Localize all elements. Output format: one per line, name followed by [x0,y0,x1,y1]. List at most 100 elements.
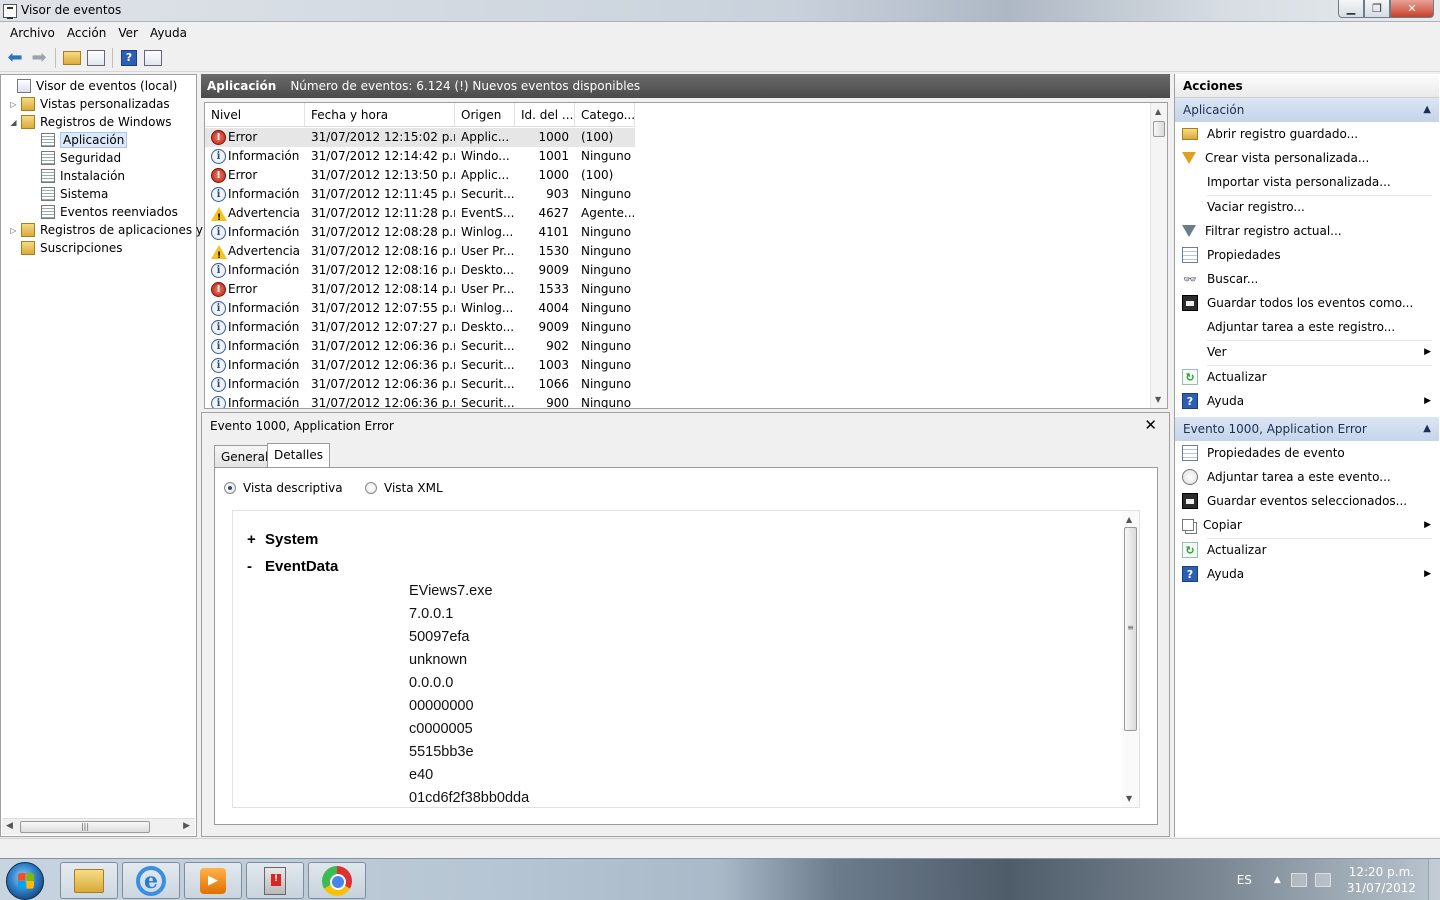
table-row[interactable]: i Información 31/07/2012 12:14:42 p.m. Wind… [205,147,635,166]
expander-icon[interactable]: ▷ [9,100,18,109]
action-center-icon[interactable] [1290,873,1307,887]
show-hide-tree-button[interactable] [85,47,107,69]
actions-section-header[interactable]: Evento 1000, Application Error ▲ [1175,417,1439,441]
help-button[interactable]: ? [118,47,140,69]
tree-node[interactable]: ◢ Registros de Windows [9,113,172,131]
up-folder-button[interactable] [61,47,83,69]
tree-node[interactable]: ▷ Vistas personalizadas [9,95,170,113]
collapse-caret-icon[interactable]: ▲ [1423,417,1431,441]
taskbar-event-viewer[interactable] [246,862,304,899]
menu-accion[interactable]: Acción [61,23,112,43]
expand-toggle[interactable]: + [247,531,265,548]
table-row[interactable]: ! Error 31/07/2012 12:15:02 p.m. Applic... 1… [205,128,635,147]
collapse-caret-icon[interactable]: ▲ [1423,98,1431,122]
tab-detalles[interactable]: Detalles [267,443,330,467]
scroll-down-arrow-icon[interactable]: ▼ [1155,395,1161,404]
language-indicator[interactable]: ES [1237,873,1252,887]
column-header[interactable]: Origen [455,103,515,127]
radio-vista-descriptiva[interactable]: Vista descriptiva [224,481,343,495]
table-row[interactable]: ! Error 31/07/2012 12:13:50 p.m. Applic... 1… [205,166,635,185]
forward-arrow-icon[interactable]: ➡ [28,47,50,69]
table-row[interactable]: i Información 31/07/2012 12:06:36 p.m. Secu… [205,375,635,394]
action-item[interactable]: ? Ayuda ▶ [1175,389,1439,413]
column-header[interactable]: Id. del ... [515,103,575,127]
minimize-button[interactable]: ▁ [1338,0,1364,18]
tree-node[interactable]: Seguridad [41,149,121,167]
column-header[interactable]: Fecha y hora [305,103,455,127]
action-item[interactable]: Propiedades [1175,243,1439,267]
menu-ver[interactable]: Ver [112,23,144,43]
details-vertical-scrollbar[interactable]: ▲ ≡ ▼ [1122,511,1139,807]
table-row[interactable]: i Información 31/07/2012 12:06:36 p.m. Secu… [205,356,635,375]
tree-node[interactable]: ▷ Registros de aplicaciones y s [9,221,213,239]
scroll-thumb[interactable]: ||| [20,821,150,833]
scroll-left-arrow-icon[interactable]: ◀ [6,821,13,831]
close-detail-icon[interactable]: ✕ [1144,416,1157,434]
restore-button[interactable]: ❐ [1364,0,1390,18]
action-item[interactable]: Vaciar registro... [1175,195,1439,219]
action-item[interactable]: Filtrar registro actual... [1175,219,1439,243]
table-row[interactable]: ! Advertencia 31/07/2012 12:08:16 p.m. User… [205,242,635,261]
tree-node[interactable]: Instalación [41,167,125,185]
action-item[interactable]: Guardar eventos seleccionados... [1175,489,1439,513]
tree-node[interactable]: Sistema [41,185,108,203]
table-row[interactable]: i Información 31/07/2012 12:06:36 p.m. Secu… [205,394,635,408]
section-system[interactable]: + System [247,531,318,548]
show-hide-actions-button[interactable] [142,47,164,69]
action-item[interactable]: Ver ▶ [1175,340,1439,364]
show-desktop-button[interactable] [1428,859,1440,900]
table-row[interactable]: ! Advertencia 31/07/2012 12:11:28 p.m. Even… [205,204,635,223]
scroll-right-arrow-icon[interactable]: ▶ [183,821,190,831]
action-item[interactable]: ? Ayuda ▶ [1175,562,1439,586]
scroll-thumb[interactable]: ≡ [1124,527,1137,731]
menu-archivo[interactable]: Archivo [4,23,61,43]
action-item[interactable]: Guardar todos los eventos como... [1175,291,1439,315]
grid-vertical-scrollbar[interactable]: ▲ ▼ [1150,103,1167,408]
taskbar-chrome[interactable] [308,862,366,899]
start-button[interactable] [6,862,44,900]
clock[interactable]: 12:20 p.m. 31/07/2012 [1347,864,1416,896]
scroll-down-arrow-icon[interactable]: ▼ [1126,794,1132,803]
collapse-toggle[interactable]: - [247,558,265,575]
action-item[interactable]: Copiar ▶ [1175,513,1439,537]
expander-icon[interactable]: ▷ [9,226,18,235]
tree-node[interactable]: Eventos reenviados [41,203,178,221]
action-item[interactable]: Crear vista personalizada... [1175,146,1439,170]
scroll-up-arrow-icon[interactable]: ▲ [1126,515,1132,524]
taskbar-explorer[interactable] [60,862,118,899]
table-row[interactable]: i Información 31/07/2012 12:08:16 p.m. Desk… [205,261,635,280]
network-icon[interactable] [1314,873,1331,887]
tree-node[interactable]: Visor de eventos (local) [5,77,177,95]
actions-section-header[interactable]: Aplicación ▲ [1175,98,1439,122]
table-row[interactable]: i Información 31/07/2012 12:08:28 p.m. Winl… [205,223,635,242]
action-item[interactable]: Abrir registro guardado... [1175,122,1439,146]
tree-node[interactable]: Suscripciones [9,239,122,257]
table-row[interactable]: i Información 31/07/2012 12:07:55 p.m. Winl… [205,299,635,318]
action-item[interactable]: Adjuntar tarea a este registro... [1175,315,1439,339]
column-header[interactable]: Catego... [575,103,635,127]
scroll-thumb[interactable] [1153,121,1165,137]
column-header[interactable]: Nivel [205,103,305,127]
back-arrow-icon[interactable]: ⬅ [4,47,26,69]
taskbar-internet-explorer[interactable]: e [122,862,180,899]
taskbar-media-player[interactable]: ▶ [184,862,242,899]
table-row[interactable]: i Información 31/07/2012 12:11:45 p.m. Secu… [205,185,635,204]
section-eventdata[interactable]: - EventData [247,558,338,575]
tree-horizontal-scrollbar[interactable]: ◀ ||| ▶ [2,818,195,835]
action-item[interactable]: ↻ Actualizar [1175,365,1439,389]
radio-vista-xml[interactable]: Vista XML [365,481,443,495]
close-button[interactable]: ✕ [1390,0,1434,18]
action-item[interactable]: Adjuntar tarea a este evento... [1175,465,1439,489]
action-item[interactable]: Propiedades de evento [1175,441,1439,465]
action-item[interactable]: 👓 Buscar... [1175,267,1439,291]
tree-node[interactable]: Aplicación [41,131,128,149]
expander-icon[interactable]: ◢ [9,118,18,127]
table-row[interactable]: i Información 31/07/2012 12:07:27 p.m. Desk… [205,318,635,337]
table-row[interactable]: i Información 31/07/2012 12:06:36 p.m. Secu… [205,337,635,356]
action-item[interactable]: ↻ Actualizar [1175,538,1439,562]
menu-ayuda[interactable]: Ayuda [144,23,193,43]
scroll-up-arrow-icon[interactable]: ▲ [1155,107,1161,116]
action-item[interactable]: Importar vista personalizada... [1175,170,1439,194]
show-hidden-icons-icon[interactable]: ▲ [1274,875,1281,885]
table-row[interactable]: ! Error 31/07/2012 12:08:14 p.m. User Pr...… [205,280,635,299]
